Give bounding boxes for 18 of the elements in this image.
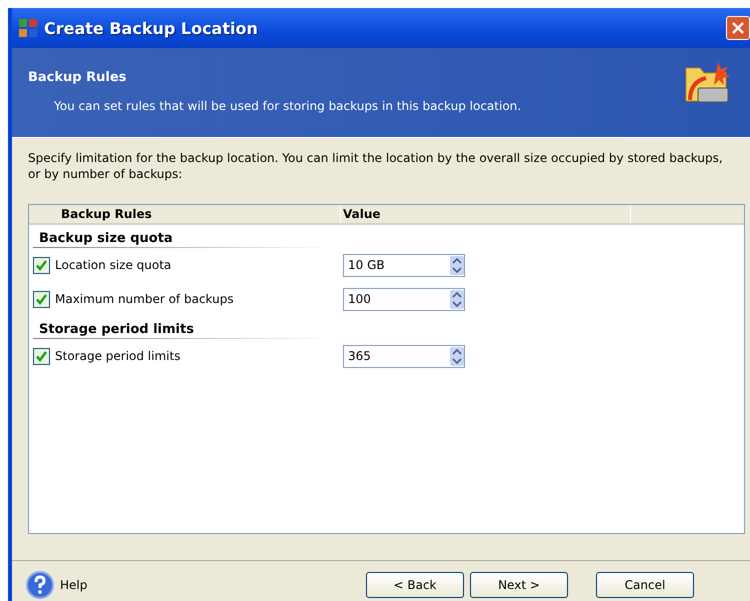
help-link[interactable]: Help <box>60 578 88 592</box>
group-title: Storage period limits <box>38 321 195 338</box>
value-spinbox[interactable]: 100 <box>343 288 465 310</box>
header-title: Backup Rules <box>28 70 128 85</box>
wizard-button[interactable]: < Back <box>366 572 464 598</box>
group-title: Backup size quota <box>38 230 174 247</box>
column-header[interactable]: Value <box>341 205 631 223</box>
window-title: Create Backup Location <box>44 18 258 38</box>
rule-label: Location size quota <box>55 258 172 272</box>
description-text: Specify limitation for the backup location. You can limit the location by the overall size occupied by stored backups, or by number of backups: <box>28 150 724 182</box>
rule-label: Storage period limits <box>55 349 182 363</box>
wizard-button[interactable]: Next > <box>470 572 568 598</box>
value-spinbox[interactable]: 365 <box>343 344 465 368</box>
rule-label: Maximum number of backups <box>55 292 235 306</box>
header-subtitle: You can set rules that will be used for storing backups in this backup location. <box>53 99 522 113</box>
wizard-button[interactable]: Cancel <box>596 572 694 598</box>
column-header[interactable]: Backup Rules <box>59 205 341 223</box>
value-spinbox[interactable]: 10 GB <box>343 254 465 276</box>
